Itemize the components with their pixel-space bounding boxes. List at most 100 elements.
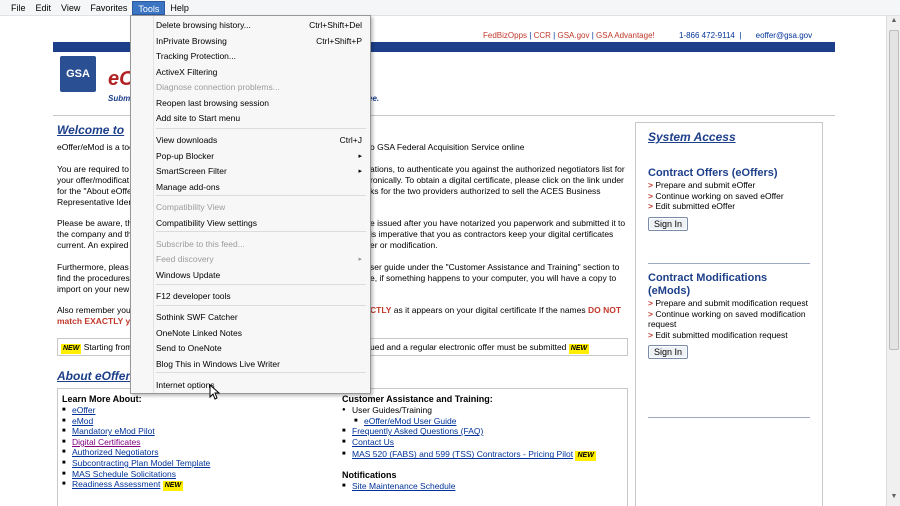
tools-menu-item[interactable]: Pop-up Blocker ▸ [156, 149, 368, 164]
text-line: ronically. To obtain a digital certifica… [370, 175, 624, 185]
menu-view[interactable]: View [56, 1, 85, 15]
offer-item: > Prepare and submit eOffer [648, 180, 756, 190]
link-ccr[interactable]: CCR [534, 31, 551, 40]
text-fragment: ations, to authenticate you against the … [370, 164, 625, 197]
menu-edit[interactable]: Edit [31, 1, 57, 15]
tools-menu-item[interactable]: Internet options [156, 378, 368, 393]
list-item: Subcontracting Plan Model Template [62, 458, 210, 469]
scroll-down-icon[interactable]: ▼ [887, 493, 900, 505]
tools-menu-item[interactable]: Send to OneNote [156, 341, 368, 356]
text-line: ser guide under the "Customer Assistance… [370, 262, 620, 272]
menu-item-label: View downloads [156, 135, 218, 145]
customer-assistance-column: Customer Assistance and Training: User G… [342, 394, 596, 492]
emphasis: DO NOT [588, 305, 622, 315]
submenu-arrow-icon: ▸ [358, 168, 362, 175]
divider [648, 417, 810, 418]
tools-menu-item[interactable]: View downloads Ctrl+J [156, 133, 368, 148]
menu-separator [156, 305, 366, 306]
link-mandatory-emod-pilot[interactable]: Mandatory eMod Pilot [72, 426, 155, 436]
customer-assistance-title: Customer Assistance and Training: [342, 394, 493, 404]
tools-menu-item[interactable]: Sothink SWF Catcher [156, 310, 368, 325]
tools-menu: Delete browsing history... Ctrl+Shift+Del… [130, 15, 371, 394]
link-user-guide[interactable]: eOffer/eMod User Guide [364, 416, 456, 426]
link-gsa-gov[interactable]: GSA.gov [557, 31, 589, 40]
menu-help[interactable]: Help [165, 1, 194, 15]
new-badge: NEW [61, 344, 82, 354]
list-item: eMod [62, 416, 210, 427]
list-item: Digital Certificates [62, 437, 210, 448]
vertical-scrollbar[interactable]: ▲ ▼ [886, 16, 900, 506]
link-emod[interactable]: eMod [72, 416, 93, 426]
tools-menu-item[interactable]: Manage add-ons [156, 180, 368, 195]
link-gsa-advantage[interactable]: GSA Advantage! [596, 31, 655, 40]
link-eoffer[interactable]: eOffer [72, 405, 95, 415]
gsa-logo[interactable]: GSA [60, 56, 96, 92]
text-fragment: eOffer/eMod is a too [57, 142, 134, 152]
submenu-arrow-icon: ▸ [358, 256, 362, 263]
text-line: ks for the two providers authorized to s… [370, 186, 601, 196]
tools-menu-item: Subscribe to this feed... [156, 237, 368, 252]
menu-item-label: Compatibility View [156, 202, 226, 212]
menu-bar: File Edit View Favorites Tools Help [0, 0, 900, 16]
scroll-up-icon[interactable]: ▲ [887, 17, 900, 29]
link-readiness-assessment[interactable]: Readiness Assessment [72, 479, 160, 489]
link-email[interactable]: eoffer@gsa.gov [756, 31, 812, 40]
list-item: MAS 520 (FABS) and 599 (TSS) Contractors… [342, 449, 596, 462]
tools-menu-item[interactable]: SmartScreen Filter ▸ [156, 164, 368, 179]
menu-separator [156, 284, 366, 285]
menu-item-label: InPrivate Browsing [156, 35, 227, 46]
text-line: e issued after you have notarized you pa… [370, 218, 626, 228]
menu-item-shortcut: Ctrl+J [339, 135, 362, 145]
tools-menu-item[interactable]: InPrivate Browsing Ctrl+Shift+P [156, 34, 368, 49]
menu-item-label: F12 developer tools [156, 291, 231, 301]
menu-item-label: Compatibility View settings [156, 217, 257, 228]
tools-menu-item[interactable]: F12 developer tools [156, 289, 368, 304]
system-access-panel: System Access Contract Offers (eOffers) … [635, 122, 823, 506]
menu-separator [156, 127, 366, 129]
tools-menu-item[interactable]: OneNote Linked Notes [156, 326, 368, 341]
link-digital-certificates[interactable]: Digital Certificates [72, 437, 141, 447]
tools-menu-item[interactable]: Add site to Start menu [156, 111, 368, 126]
link-site-maintenance[interactable]: Site Maintenance Schedule [352, 481, 456, 491]
emphasis: CTLY [370, 305, 392, 315]
tools-menu-item[interactable]: Compatibility View settings [156, 216, 368, 231]
tools-menu-item[interactable]: Delete browsing history... Ctrl+Shift+Del [156, 18, 368, 33]
divider [648, 263, 810, 264]
link-fedbizopps[interactable]: FedBizOpps [483, 31, 527, 40]
new-badge: NEW [568, 344, 590, 354]
text-fragment: e issued after you have notarized you pa… [370, 218, 625, 251]
emod-sign-in-button[interactable]: Sign In [648, 345, 689, 360]
list-item: MAS Schedule Solicitations [62, 469, 210, 480]
notice-text-left: Starting from [83, 342, 133, 352]
link-contact-us[interactable]: Contact Us [352, 437, 394, 447]
scrollbar-thumb[interactable] [889, 30, 899, 350]
tools-menu-item[interactable]: Blog This in Windows Live Writer [156, 357, 368, 372]
link-pricing-pilot[interactable]: MAS 520 (FABS) and 599 (TSS) Contractors… [352, 449, 573, 459]
system-access-title: System Access [648, 130, 736, 144]
link-faq[interactable]: Frequently Asked Questions (FAQ) [352, 426, 483, 436]
link-authorized-negotiators[interactable]: Authorized Negotiators [72, 447, 158, 457]
tools-menu-item: Feed discovery ▸ [156, 252, 368, 267]
text-line: ued and a regular electronic offer must … [370, 342, 567, 352]
tools-menu-item[interactable]: Windows Update [156, 268, 368, 283]
eoffer-sign-in-button[interactable]: Sign In [648, 216, 689, 231]
text-line: e, if something happens to your computer… [370, 273, 617, 283]
menu-gutter [153, 16, 154, 393]
tools-menu-item[interactable]: Reopen last browsing session [156, 96, 368, 111]
menu-tools[interactable]: Tools [132, 0, 166, 15]
offer-item: > Edit submitted eOffer [648, 201, 736, 212]
tools-menu-item[interactable]: Tracking Protection... [156, 49, 368, 64]
tools-menu-item[interactable]: ActiveX Filtering [156, 65, 368, 80]
menu-favorites[interactable]: Favorites [85, 1, 132, 15]
menu-file[interactable]: File [6, 1, 31, 15]
customer-assistance-list: User Guides/Training eOffer/eMod User Gu… [342, 405, 596, 462]
submenu-arrow-icon: ▸ [358, 152, 362, 160]
menu-item-label: Internet options [156, 379, 215, 390]
link-subcontracting-plan[interactable]: Subcontracting Plan Model Template [72, 458, 210, 468]
offer-item-text: Edit submitted eOffer [655, 201, 736, 212]
mod-item: > Prepare and submit modification reques… [648, 298, 808, 308]
list-item: Site Maintenance Schedule [342, 481, 596, 492]
welcome-heading: Welcome to [57, 123, 125, 137]
link-mas-solicitations[interactable]: MAS Schedule Solicitations [72, 469, 176, 479]
contract-mods-group: Contract Modifications (eMods) > Prepare… [648, 272, 813, 360]
